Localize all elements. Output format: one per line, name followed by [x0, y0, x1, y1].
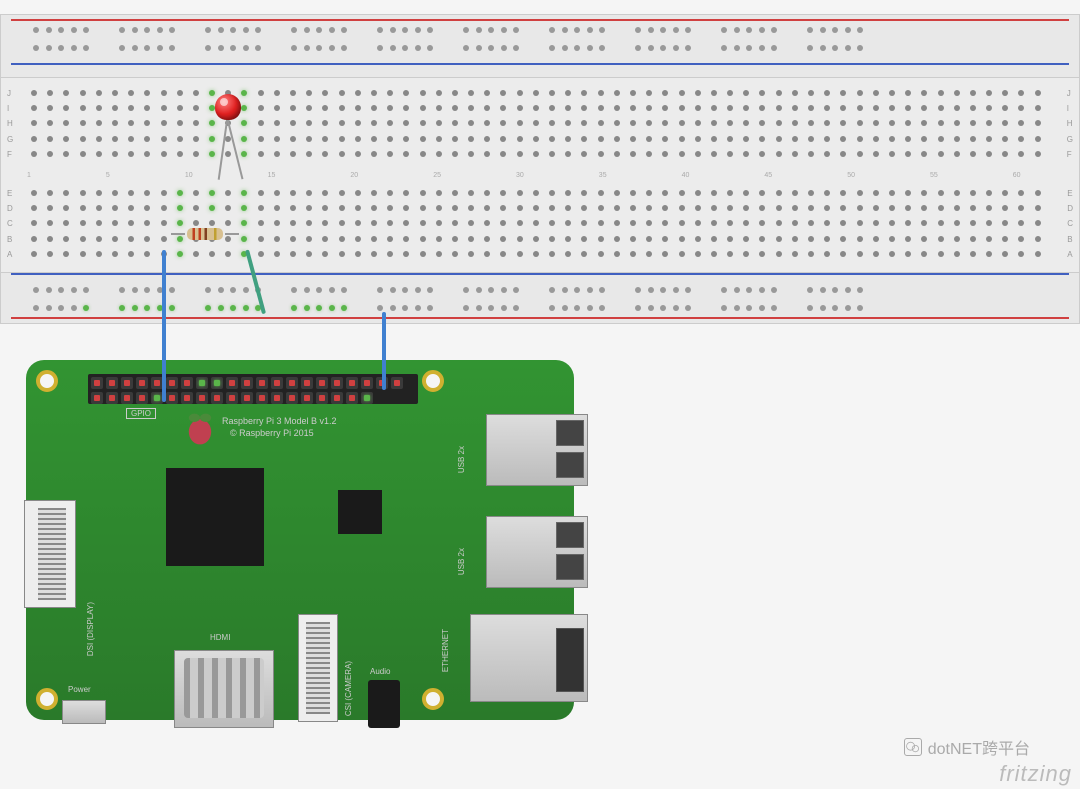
hdmi-label: HDMI: [210, 633, 230, 642]
watermark-text: dotNET跨平台: [928, 735, 1030, 759]
bottom-rail-row: var grnrail={4:1,5:1,6:1,7:1,8:1,9:1,10:…: [33, 305, 1059, 311]
csi-label: CSI (CAMERA): [344, 661, 353, 716]
power-label: Power: [68, 685, 91, 694]
watermark: dotNET跨平台: [904, 735, 1030, 759]
small-chip: [338, 490, 382, 534]
soc-chip: [166, 468, 264, 566]
wire-blue-1: [162, 250, 166, 402]
wire-blue-2: [382, 312, 386, 390]
fritzing-logo: fritzing: [999, 761, 1072, 787]
raspberry-pi-board: var gp=[7,8,25,39]; for(var i=0;i<40;i++…: [26, 360, 574, 720]
led-red: [215, 94, 241, 120]
usb2-label: USB 2x: [457, 548, 466, 575]
dsi-label: DSI (DISPLAY): [86, 602, 95, 656]
wechat-icon: [904, 738, 922, 756]
power-port: [62, 700, 106, 724]
board-model: Raspberry Pi 3 Model B v1.2: [222, 416, 337, 426]
board-copyright: © Raspberry Pi 2015: [230, 428, 314, 438]
raspberry-logo-icon: [186, 412, 214, 446]
audio-label: Audio: [370, 667, 390, 676]
audio-jack: [368, 680, 400, 728]
resistor: [175, 228, 235, 240]
gpio-header: var gp=[7,8,25,39]; for(var i=0;i<40;i++…: [88, 374, 418, 404]
gpio-label: GPIO: [126, 408, 156, 419]
usb1-label: USB 2x: [457, 446, 466, 473]
ethernet-label: ETHERNET: [441, 629, 450, 672]
